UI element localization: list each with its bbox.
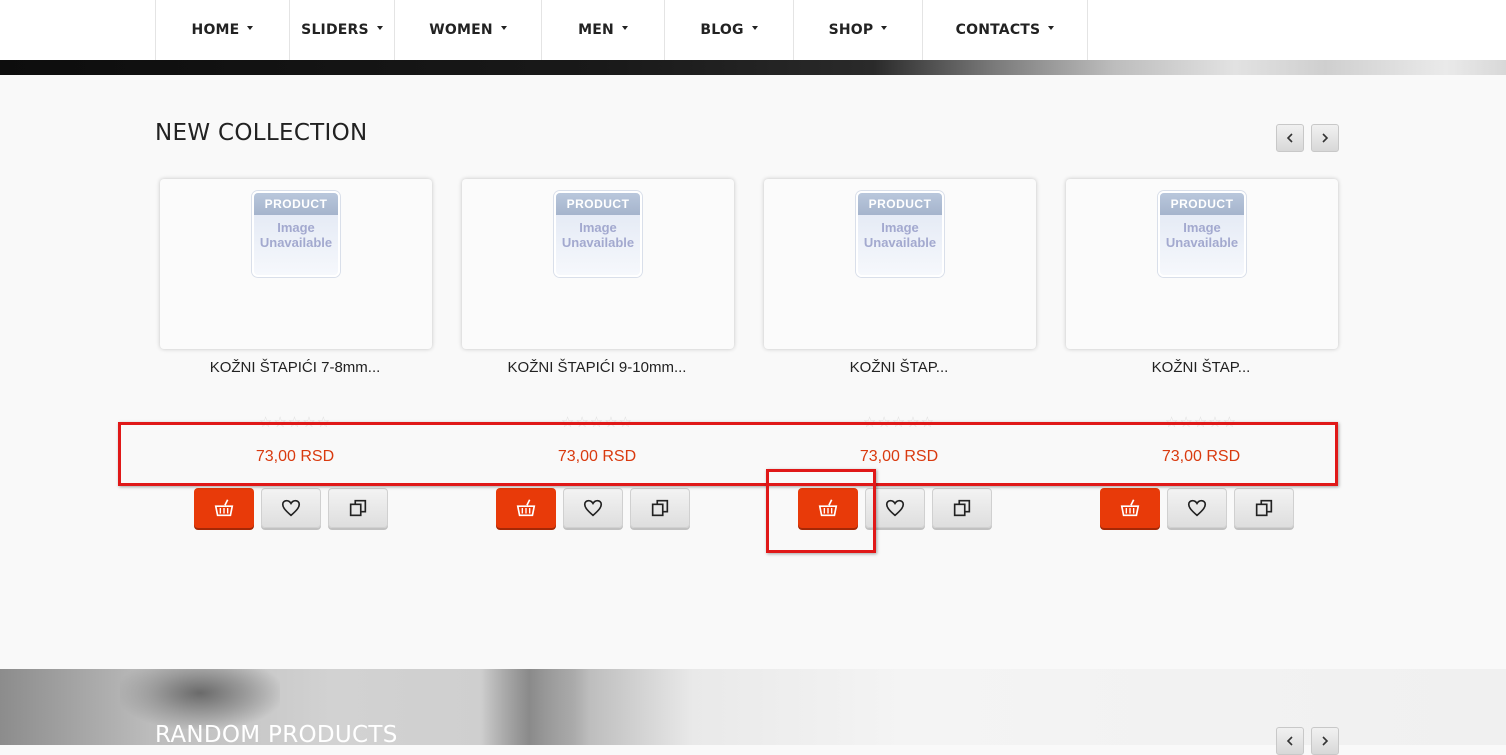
placeholder-line: Unavailable — [259, 235, 333, 250]
product-name-link[interactable]: KOŽNI ŠTAP... — [1063, 359, 1339, 376]
section-title-new-collection: NEW COLLECTION — [155, 120, 368, 146]
nav-item-shop[interactable]: SHOP — [794, 0, 923, 60]
placeholder-text: Image Unavailable — [858, 220, 942, 250]
product-image-frame[interactable]: PRODUCT Image Unavailable — [764, 179, 1036, 349]
basket-icon — [1120, 499, 1140, 517]
caret-down-icon — [500, 26, 507, 30]
carousel-prev-button[interactable] — [1276, 124, 1304, 152]
caret-down-icon — [621, 26, 628, 30]
placeholder-text: Image Unavailable — [556, 220, 640, 250]
heart-icon — [281, 499, 301, 517]
nav-item-men[interactable]: MEN — [542, 0, 665, 60]
image-unavailable-placeholder: PRODUCT Image Unavailable — [1158, 191, 1246, 277]
caret-down-icon — [751, 26, 758, 30]
heart-icon — [885, 499, 905, 517]
placeholder-text: Image Unavailable — [1160, 220, 1244, 250]
nav-item-label: MEN — [578, 22, 614, 38]
nav-item-contacts[interactable]: CONTACTS — [923, 0, 1088, 60]
add-to-compare-button[interactable] — [630, 488, 690, 528]
placeholder-header: PRODUCT — [556, 193, 640, 215]
banner-photo-detail — [480, 669, 590, 745]
basket-icon — [516, 499, 536, 517]
carousel-prev-button[interactable] — [1276, 727, 1304, 755]
nav-item-home[interactable]: HOME — [156, 0, 290, 60]
chevron-right-icon — [1322, 133, 1329, 143]
placeholder-line: Unavailable — [863, 235, 937, 250]
product-image-frame[interactable]: PRODUCT Image Unavailable — [462, 179, 734, 349]
nav-item-label: SHOP — [828, 22, 874, 38]
image-unavailable-placeholder: PRODUCT Image Unavailable — [554, 191, 642, 277]
add-to-wishlist-button[interactable] — [1167, 488, 1227, 528]
compare-icon — [1255, 499, 1273, 517]
annotation-box-prices — [118, 422, 1338, 486]
placeholder-line: Image — [277, 220, 315, 235]
add-to-compare-button[interactable] — [932, 488, 992, 528]
image-unavailable-placeholder: PRODUCT Image Unavailable — [856, 191, 944, 277]
placeholder-line: Image — [881, 220, 919, 235]
caret-down-icon — [376, 26, 383, 30]
heart-icon — [1187, 499, 1207, 517]
image-unavailable-placeholder: PRODUCT Image Unavailable — [252, 191, 340, 277]
compare-icon — [953, 499, 971, 517]
placeholder-line: Unavailable — [1165, 235, 1239, 250]
banner-photo-detail — [120, 669, 280, 729]
caret-down-icon — [1048, 26, 1055, 30]
nav-item-blog[interactable]: BLOG — [665, 0, 794, 60]
add-to-cart-button[interactable] — [496, 488, 556, 528]
compare-icon — [349, 499, 367, 517]
caret-down-icon — [247, 26, 254, 30]
placeholder-header: PRODUCT — [254, 193, 338, 215]
add-to-wishlist-button[interactable] — [563, 488, 623, 528]
product-name-link[interactable]: KOŽNI ŠTAP... — [761, 359, 1037, 376]
section-title-random-products: RANDOM PRODUCTS — [155, 722, 398, 748]
compare-icon — [651, 499, 669, 517]
nav-item-label: CONTACTS — [955, 22, 1041, 38]
nav-item-sliders[interactable]: SLIDERS — [290, 0, 395, 60]
placeholder-line: Image — [1183, 220, 1221, 235]
nav-item-label: SLIDERS — [301, 22, 369, 38]
nav-item-label: HOME — [191, 22, 240, 38]
nav-item-label: BLOG — [700, 22, 744, 38]
add-to-cart-button[interactable] — [1100, 488, 1160, 528]
product-name-link[interactable]: KOŽNI ŠTAPIĆI 9-10mm... — [459, 359, 735, 376]
caret-down-icon — [881, 26, 888, 30]
nav-item-women[interactable]: WOMEN — [395, 0, 542, 60]
top-nav-bar: HOME SLIDERS WOMEN MEN BLOG SHOP CONTACT… — [0, 0, 1506, 61]
product-image-frame[interactable]: PRODUCT Image Unavailable — [160, 179, 432, 349]
placeholder-line: Image — [579, 220, 617, 235]
add-to-wishlist-button[interactable] — [261, 488, 321, 528]
nav-item-label: WOMEN — [429, 22, 493, 38]
hero-image-strip — [0, 60, 1506, 75]
carousel-next-button[interactable] — [1311, 124, 1339, 152]
add-to-compare-button[interactable] — [328, 488, 388, 528]
heart-icon — [583, 499, 603, 517]
add-to-compare-button[interactable] — [1234, 488, 1294, 528]
basket-icon — [214, 499, 234, 517]
annotation-box-cart-button — [766, 469, 876, 553]
main-menu: HOME SLIDERS WOMEN MEN BLOG SHOP CONTACT… — [155, 0, 1088, 60]
add-to-cart-button[interactable] — [194, 488, 254, 528]
placeholder-text: Image Unavailable — [254, 220, 338, 250]
product-image-frame[interactable]: PRODUCT Image Unavailable — [1066, 179, 1338, 349]
chevron-left-icon — [1286, 133, 1293, 143]
placeholder-line: Unavailable — [561, 235, 635, 250]
carousel-next-button[interactable] — [1311, 727, 1339, 755]
placeholder-header: PRODUCT — [858, 193, 942, 215]
product-name-link[interactable]: KOŽNI ŠTAPIĆI 7-8mm... — [157, 359, 433, 376]
placeholder-header: PRODUCT — [1160, 193, 1244, 215]
